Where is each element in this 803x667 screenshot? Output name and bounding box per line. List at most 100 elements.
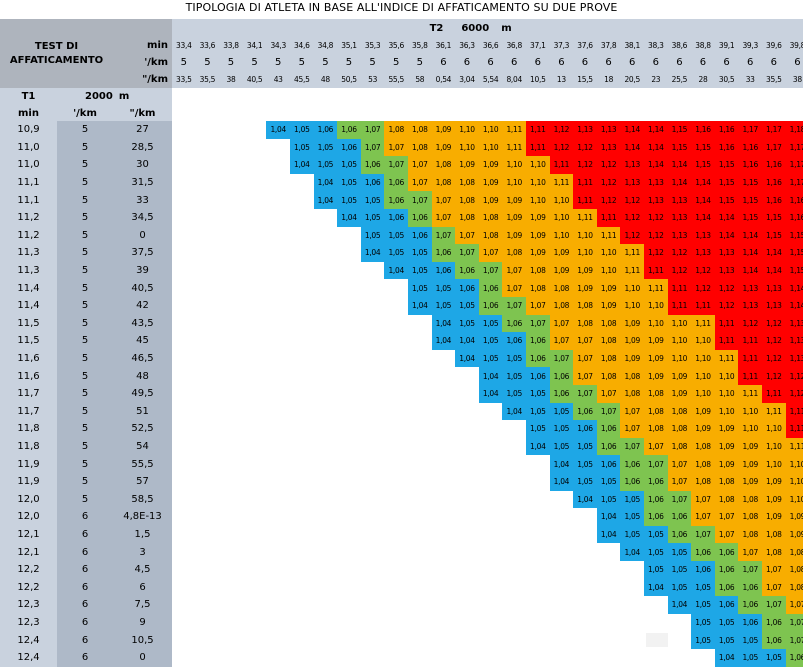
index-cell-green: 1,06: [573, 402, 597, 421]
index-cell-orange: 1,08: [738, 490, 762, 509]
index-cell-red: 1,12: [644, 226, 668, 245]
index-cell-orange: 1,08: [549, 279, 574, 297]
t1-km-cell: 6: [57, 578, 113, 597]
index-cell-orange: 1,09: [785, 508, 803, 526]
index-cell-red: 1,16: [762, 191, 786, 209]
t2-label: T2: [429, 22, 444, 34]
index-cell-orange: 1,08: [455, 209, 479, 227]
index-cell-green: 1,06: [691, 543, 715, 561]
index-cell-blue: 1,05: [337, 191, 361, 209]
index-cell-blue: 1,05: [290, 138, 314, 157]
t2-km-cell: 6: [502, 54, 526, 71]
t1-km-cell: 5: [57, 191, 113, 209]
t2-km-cell: 6: [714, 54, 739, 71]
t2-min-cell: 34,6: [290, 37, 314, 54]
t1-min-cell: 11,0: [0, 156, 57, 174]
t1-sec-cell: 51: [113, 402, 172, 421]
index-cell-red: 1,13: [714, 261, 739, 280]
index-cell-red: 1,11: [738, 332, 762, 350]
t2-label-spacer: [113, 19, 172, 37]
index-cell-red: 1,14: [738, 244, 762, 262]
t1-sec-cell: 54: [113, 437, 172, 456]
t2-min-cell: 37,8: [596, 37, 621, 54]
index-cell-red: 1,14: [667, 156, 692, 174]
index-cell-orange: 1,10: [762, 455, 786, 473]
index-cell-blue: 1,05: [620, 490, 644, 509]
t1-sec-cell: 10,5: [113, 631, 172, 649]
index-cell-orange: 1,09: [667, 385, 692, 403]
index-cell-orange: 1,09: [644, 332, 668, 350]
t2-km-cell: 6: [549, 54, 574, 71]
index-cell-green: 1,07: [667, 490, 692, 509]
index-cell-red: 1,14: [714, 209, 739, 227]
index-cell-orange: 1,08: [785, 578, 803, 597]
index-cell-orange: 1,09: [714, 420, 739, 438]
index-cell-orange: 1,11: [691, 314, 715, 333]
t2-min-cell: 39,6: [762, 37, 786, 54]
index-cell-orange: 1,07: [478, 244, 503, 262]
index-cell-orange: 1,08: [667, 402, 692, 421]
index-cell-red: 1,12: [549, 138, 574, 157]
index-cell-orange: 1,10: [455, 138, 479, 157]
index-cell-orange: 1,11: [549, 173, 574, 192]
index-cell-red: 1,11: [714, 314, 739, 333]
index-cell-orange: 1,10: [691, 349, 715, 368]
t1-km-cell: 5: [57, 279, 113, 297]
index-cell-red: 1,13: [644, 191, 668, 209]
index-cell-red: 1,15: [738, 173, 762, 192]
t1-sec-cell: 34,5: [113, 209, 172, 227]
index-cell-red: 1,12: [620, 226, 644, 245]
index-cell-red: 1,12: [762, 332, 786, 350]
index-cell-red: 1,14: [620, 121, 644, 139]
index-cell-red: 1,15: [714, 156, 739, 174]
t2-km-cell: 6: [573, 54, 597, 71]
index-cell-red: 1,11: [738, 367, 762, 385]
index-cell-blue: 1,04: [360, 244, 385, 262]
index-cell-blue: 1,04: [455, 349, 479, 368]
index-cell-red: 1,11: [549, 156, 574, 174]
index-cell-orange: 1,10: [620, 279, 644, 297]
t1-km-cell: 6: [57, 543, 113, 561]
t2-km-cell: 5: [337, 54, 361, 71]
t2-min-cell: 33,6: [195, 37, 220, 54]
index-cell-orange: 1,08: [785, 561, 803, 579]
index-cell-blue: 1,05: [384, 226, 408, 245]
index-cell-red: 1,12: [620, 191, 644, 209]
t2-km-cell: 5: [266, 54, 290, 71]
index-cell-blue: 1,05: [408, 279, 432, 297]
index-cell-blue: 1,05: [620, 508, 644, 526]
index-cell-red: 1,14: [644, 156, 668, 174]
index-cell-green: 1,06: [644, 508, 668, 526]
t1-km-cell: 6: [57, 613, 113, 632]
t1-min-cell: 10,9: [0, 121, 57, 139]
index-cell-red: 1,12: [667, 261, 692, 280]
index-cell-red: 1,11: [644, 261, 668, 280]
index-cell-green: 1,06: [526, 332, 550, 350]
index-cell-orange: 1,08: [455, 173, 479, 192]
t1-sec-cell: 40,5: [113, 279, 172, 297]
index-cell-orange: 1,07: [502, 279, 526, 297]
t1-km-cell: 5: [57, 244, 113, 262]
index-cell-blue: 1,06: [738, 613, 762, 632]
t1-sec-cell: 45: [113, 332, 172, 350]
index-cell-orange: 1,10: [667, 314, 692, 333]
index-cell-orange: 1,09: [620, 332, 644, 350]
t1-km-cell: 5: [57, 385, 113, 403]
index-cell-red: 1,13: [667, 191, 692, 209]
index-cell-red: 1,11: [714, 332, 739, 350]
t2-min-cell: 34,8: [313, 37, 338, 54]
index-cell-blue: 1,05: [738, 631, 762, 649]
index-cell-green: 1,06: [644, 490, 668, 509]
index-cell-blue: 1,05: [691, 613, 715, 632]
t1-min-cell: 11,7: [0, 402, 57, 421]
index-cell-red: 1,12: [573, 156, 597, 174]
t2-km-cell: 6: [596, 54, 621, 71]
index-cell-orange: 1,09: [573, 279, 597, 297]
t2-sec-cell: 28: [691, 71, 715, 88]
index-cell-orange: 1,10: [691, 367, 715, 385]
t1-km-cell: 5: [57, 121, 113, 139]
index-cell-red: 1,13: [738, 297, 762, 315]
index-cell-blue: 1,04: [337, 209, 361, 227]
index-cell-blue: 1,06: [337, 138, 361, 157]
t2-km-cell: 6: [738, 54, 762, 71]
